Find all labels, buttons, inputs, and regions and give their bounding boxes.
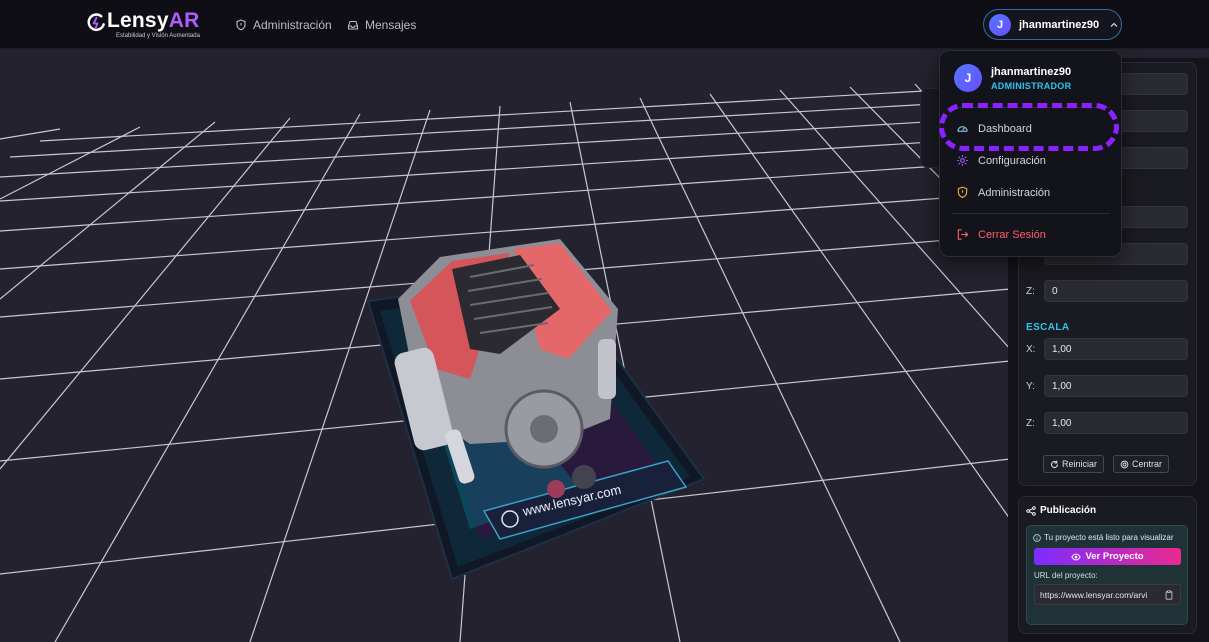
dropdown-item-administracion[interactable]: Administración: [956, 186, 1050, 199]
logo-mark-icon: [87, 13, 105, 32]
reset-button[interactable]: Reiniciar: [1043, 455, 1105, 473]
dropdown-divider: [952, 213, 1110, 214]
publication-title-text: Publicación: [1040, 505, 1097, 516]
user-dropdown-menu: J jhanmartinez90 ADMINISTRADOR Dashboard…: [939, 50, 1122, 257]
brand-tagline: Estabilidad y Visión Aumentada: [116, 33, 200, 39]
center-button[interactable]: Centrar: [1113, 455, 1170, 473]
shield-icon: [236, 19, 246, 31]
brand-logo[interactable]: LensyAR Estabilidad y Visión Aumentada: [86, 9, 206, 43]
view-project-label: Ver Proyecto: [1085, 551, 1144, 562]
nav-administracion[interactable]: Administración: [235, 17, 332, 33]
scale-y-label: Y:: [1026, 380, 1035, 392]
dropdown-item-configuracion[interactable]: Configuración: [956, 154, 1046, 167]
clipboard-icon[interactable]: [1164, 590, 1174, 600]
user-chip-username: jhanmartinez90: [1019, 18, 1100, 31]
scale-z-input[interactable]: 1,00: [1044, 412, 1188, 434]
scale-z-label: Z:: [1026, 417, 1035, 429]
scale-y-row: Y: 1,00: [1026, 375, 1188, 397]
scale-y-input[interactable]: 1,00: [1044, 375, 1188, 397]
dropdown-avatar: J: [954, 64, 982, 92]
rotation-z-row: Z: 0: [1026, 280, 1188, 302]
share-icon: [1026, 505, 1036, 516]
project-url-label: URL del proyecto:: [1034, 571, 1098, 580]
publication-title: Publicación: [1026, 505, 1096, 516]
brand-name: LensyAR: [107, 9, 200, 32]
shield-icon: [957, 186, 968, 199]
target-icon: [1120, 460, 1129, 468]
logout-icon: [957, 229, 969, 240]
top-navbar: LensyAR Estabilidad y Visión Aumentada A…: [0, 0, 1209, 49]
dropdown-administracion-label: Administración: [978, 186, 1051, 199]
scale-x-label: X:: [1026, 343, 1036, 355]
nav-mensajes[interactable]: Mensajes: [347, 17, 416, 33]
scale-section-title: ESCALA: [1026, 322, 1070, 333]
reset-icon: [1050, 460, 1059, 468]
reset-label: Reiniciar: [1062, 459, 1098, 469]
eye-icon: [1071, 553, 1082, 560]
avatar: J: [989, 13, 1011, 36]
app-root: www.lensyar.com Z: 0 ESCALA X: 1,00 Y: 1…: [0, 0, 1209, 642]
publication-message: Tu proyecto está listo para visualizar: [1033, 533, 1174, 542]
scale-z-row: Z: 1,00: [1026, 412, 1188, 434]
rotation-z-label: Z:: [1026, 285, 1035, 297]
dropdown-role: ADMINISTRADOR: [991, 80, 1072, 91]
info-icon: [1033, 533, 1041, 542]
publication-message-text: Tu proyecto está listo para visualizar: [1044, 533, 1174, 542]
rotation-z-input[interactable]: 0: [1044, 280, 1188, 302]
dropdown-configuracion-label: Configuración: [978, 154, 1046, 167]
nav-mensajes-label: Mensajes: [365, 18, 417, 32]
center-label: Centrar: [1132, 459, 1163, 469]
scale-x-input[interactable]: 1,00: [1044, 338, 1188, 360]
scale-x-row: X: 1,00: [1026, 338, 1188, 360]
project-url-value: https://www.lensyar.com/arvi: [1040, 589, 1148, 600]
chevron-up-icon: [1110, 22, 1118, 27]
dropdown-username: jhanmartinez90: [991, 65, 1072, 78]
user-menu-button[interactable]: J jhanmartinez90: [983, 9, 1122, 40]
gear-icon: [957, 155, 968, 166]
dropdown-item-logout[interactable]: Cerrar Sesión: [956, 228, 1046, 241]
dropdown-logout-label: Cerrar Sesión: [978, 228, 1046, 241]
view-project-button[interactable]: Ver Proyecto: [1034, 548, 1181, 565]
dropdown-user-header: J jhanmartinez90 ADMINISTRADOR: [954, 64, 1071, 92]
dashboard-highlight-ring: [939, 103, 1119, 151]
inbox-icon: [347, 20, 359, 30]
nav-administracion-label: Administración: [253, 18, 332, 32]
project-url-field[interactable]: https://www.lensyar.com/arvi: [1034, 584, 1181, 605]
